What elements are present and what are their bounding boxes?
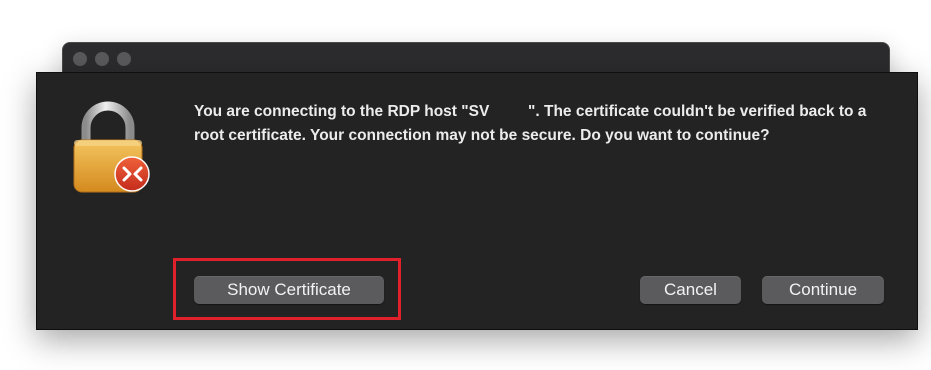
minimize-window-icon[interactable] <box>95 52 109 66</box>
zoom-window-icon[interactable] <box>117 52 131 66</box>
show-certificate-button[interactable]: Show Certificate <box>194 276 384 304</box>
lock-remote-desktop-icon <box>73 101 150 193</box>
close-window-icon[interactable] <box>73 52 87 66</box>
dialog-message: You are connecting to the RDP host "SV "… <box>194 103 871 144</box>
cancel-button[interactable]: Cancel <box>640 276 741 304</box>
continue-button[interactable]: Continue <box>762 276 884 304</box>
screenshot-stage: You are connecting to the RDP host "SV "… <box>0 0 931 370</box>
